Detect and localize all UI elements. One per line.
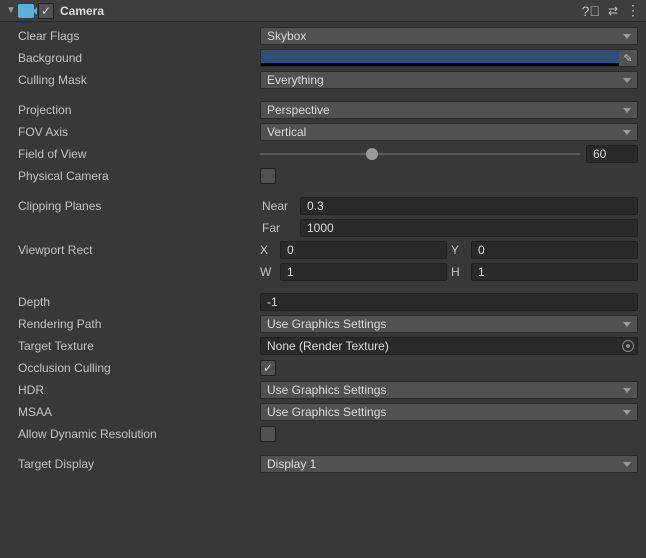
expand-arrow-icon[interactable]: ▼ — [6, 5, 16, 16]
viewport-h-field[interactable]: 1 — [471, 263, 638, 281]
component-title: Camera — [60, 4, 582, 18]
far-label: Far — [260, 221, 300, 235]
projection-dropdown[interactable]: Perspective — [260, 101, 638, 119]
culling-mask-label: Culling Mask — [8, 73, 260, 87]
fov-slider[interactable] — [260, 145, 580, 163]
help-icon[interactable]: ?⃝ — [582, 3, 600, 19]
dynamic-resolution-label: Allow Dynamic Resolution — [8, 427, 260, 441]
near-label: Near — [260, 199, 300, 213]
component-body: Clear Flags Skybox Background ✎ Culling … — [0, 22, 646, 484]
hdr-dropdown[interactable]: Use Graphics Settings — [260, 381, 638, 399]
fov-value-field[interactable]: 60 — [586, 145, 638, 163]
msaa-dropdown[interactable]: Use Graphics Settings — [260, 403, 638, 421]
context-menu-icon[interactable]: ⋮ — [626, 2, 640, 19]
projection-label: Projection — [8, 103, 260, 117]
target-texture-value: None (Render Texture) — [267, 339, 389, 353]
dynamic-resolution-checkbox[interactable] — [260, 426, 276, 442]
viewport-x-field[interactable]: 0 — [280, 241, 447, 259]
fov-axis-label: FOV Axis — [8, 125, 260, 139]
depth-label: Depth — [8, 295, 260, 309]
far-field[interactable]: 1000 — [300, 219, 638, 237]
y-label: Y — [451, 243, 467, 257]
hdr-label: HDR — [8, 383, 260, 397]
target-display-label: Target Display — [8, 457, 260, 471]
near-field[interactable]: 0.3 — [300, 197, 638, 215]
background-colorfield[interactable]: ✎ — [260, 49, 638, 67]
component-header: ▼ ✓ Camera ?⃝ ⇄ ⋮ — [0, 0, 646, 22]
rendering-path-dropdown[interactable]: Use Graphics Settings — [260, 315, 638, 333]
object-picker-icon[interactable] — [622, 340, 634, 352]
occlusion-culling-checkbox[interactable]: ✓ — [260, 360, 276, 376]
fov-axis-dropdown[interactable]: Vertical — [260, 123, 638, 141]
enabled-checkbox[interactable]: ✓ — [38, 3, 54, 19]
target-texture-label: Target Texture — [8, 339, 260, 353]
target-display-dropdown[interactable]: Display 1 — [260, 455, 638, 473]
background-color-swatch — [261, 50, 619, 63]
h-label: H — [451, 265, 467, 279]
target-texture-field[interactable]: None (Render Texture) — [260, 337, 638, 355]
rendering-path-label: Rendering Path — [8, 317, 260, 331]
occlusion-culling-label: Occlusion Culling — [8, 361, 260, 375]
background-alpha-bar — [261, 63, 619, 66]
physical-camera-checkbox[interactable] — [260, 168, 276, 184]
depth-field[interactable]: -1 — [260, 293, 638, 311]
viewport-w-field[interactable]: 1 — [280, 263, 447, 281]
fov-label: Field of View — [8, 147, 260, 161]
eyedropper-icon[interactable]: ✎ — [619, 50, 637, 66]
background-label: Background — [8, 51, 260, 65]
presets-icon[interactable]: ⇄ — [608, 4, 618, 18]
clear-flags-label: Clear Flags — [8, 29, 260, 43]
viewport-y-field[interactable]: 0 — [471, 241, 638, 259]
clear-flags-dropdown[interactable]: Skybox — [260, 27, 638, 45]
viewport-rect-label: Viewport Rect — [8, 243, 260, 257]
x-label: X — [260, 243, 276, 257]
clipping-planes-label: Clipping Planes — [8, 199, 260, 213]
w-label: W — [260, 265, 276, 279]
msaa-label: MSAA — [8, 405, 260, 419]
camera-icon — [18, 4, 34, 18]
physical-camera-label: Physical Camera — [8, 169, 260, 183]
culling-mask-dropdown[interactable]: Everything — [260, 71, 638, 89]
